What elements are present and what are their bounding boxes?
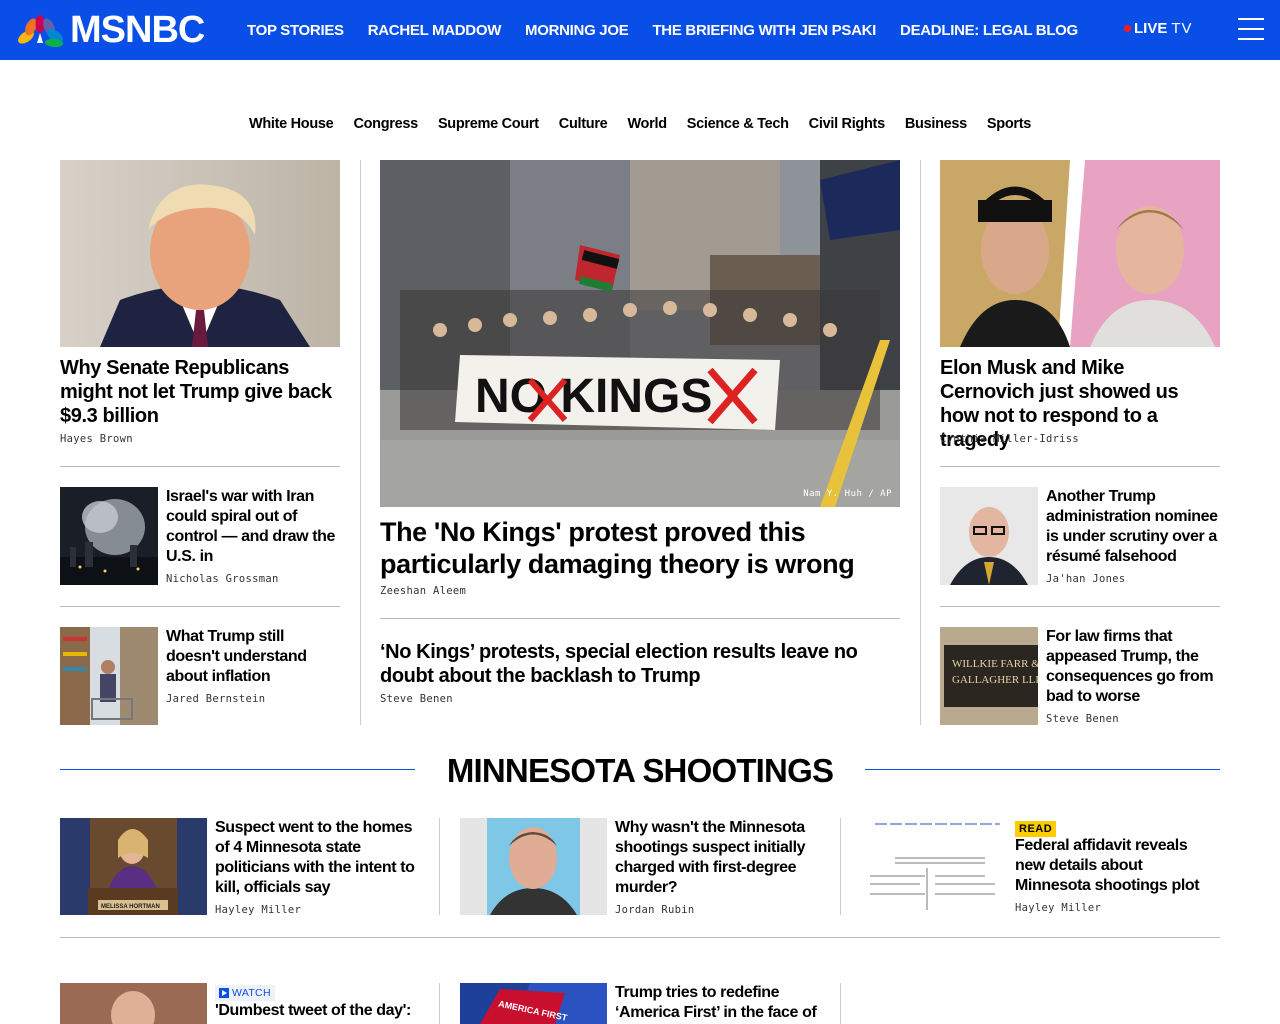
column-divider [920, 160, 921, 725]
section-nav: White House Congress Supreme Court Cultu… [0, 116, 1280, 132]
section-link-supreme-court[interactable]: Supreme Court [438, 116, 539, 132]
section-link-civil-rights[interactable]: Civil Rights [809, 116, 885, 132]
column-divider [840, 818, 841, 915]
america-first-sign-photo[interactable]: AMERICA FIRST [460, 983, 607, 1024]
section-link-science-tech[interactable]: Science & Tech [687, 116, 789, 132]
watch-badge-label: WATCH [232, 987, 271, 999]
live-tv-link[interactable]: LIVE TV [1124, 20, 1193, 37]
headline-link[interactable]: Federal affidavit reveals new details ab… [1015, 836, 1220, 896]
live-dot-icon [1124, 25, 1131, 32]
divider [940, 466, 1220, 467]
iran-strike-photo[interactable] [60, 487, 158, 585]
byline[interactable]: Hayes Brown [60, 433, 133, 445]
live-label: LIVE [1134, 20, 1168, 37]
menu-icon[interactable] [1238, 18, 1264, 40]
suspect-photo[interactable] [460, 818, 607, 915]
tv-label: TV [1171, 20, 1193, 37]
section-link-white-house[interactable]: White House [249, 116, 334, 132]
photo-credit: Nam Y. Huh / AP [803, 489, 892, 499]
affidavit-document-image[interactable] [865, 818, 1008, 915]
section-rule-right [865, 769, 1220, 770]
headline-link[interactable]: Why Senate Republicans might not let Tru… [60, 356, 340, 428]
headline-link[interactable]: Another Trump administration nominee is … [1046, 487, 1220, 567]
column-divider [840, 983, 841, 1024]
sign-line-1: WILLKIE FARR & [952, 658, 1038, 670]
section-link-business[interactable]: Business [905, 116, 967, 132]
nav-link-morning-joe[interactable]: MORNING JOE [525, 22, 629, 39]
byline[interactable]: Hayley Miller [1015, 902, 1101, 914]
no-kings-protest-photo[interactable]: NO KINGS Nam Y. Huh / AP [380, 160, 900, 507]
section-link-culture[interactable]: Culture [559, 116, 608, 132]
play-icon [219, 988, 229, 998]
headline-link[interactable]: Trump tries to redefine ‘America First’ … [615, 983, 820, 1023]
section-link-congress[interactable]: Congress [353, 116, 418, 132]
byline[interactable]: Ja'han Jones [1046, 573, 1125, 585]
nav-link-rachel-maddow[interactable]: RACHEL MADDOW [368, 22, 502, 39]
column-divider [439, 818, 440, 915]
podium-text: MELISSA HORTMAN [101, 904, 160, 910]
byline[interactable]: Steve Benen [1046, 713, 1119, 725]
headline-link[interactable]: Israel's war with Iran could spiral out … [166, 487, 338, 567]
headline-link[interactable]: Why wasn't the Minnesota shootings suspe… [615, 818, 820, 898]
top-navigation-bar: MSNBC TOP STORIES RACHEL MADDOW MORNING … [0, 0, 1280, 60]
nav-link-the-briefing[interactable]: THE BRIEFING WITH JEN PSAKI [652, 22, 876, 39]
msnbc-logo[interactable]: MSNBC [16, 9, 205, 51]
trump-photo[interactable] [60, 160, 340, 347]
section-link-sports[interactable]: Sports [987, 116, 1031, 132]
byline[interactable]: Cynthia Miller-Idriss [940, 433, 1079, 445]
read-badge: READ [1015, 819, 1057, 837]
divider [940, 606, 1220, 607]
musk-cernovich-photo[interactable] [940, 160, 1220, 347]
sign-line-2: GALLAGHER LLP [952, 674, 1038, 686]
headline-link[interactable]: For law firms that appeased Trump, the c… [1046, 627, 1220, 707]
nav-link-deadline-legal-blog[interactable]: DEADLINE: LEGAL BLOG [900, 22, 1078, 39]
headline-link[interactable]: 'Dumbest tweet of the day': [215, 1001, 420, 1021]
headline-link[interactable]: The 'No Kings' protest proved this parti… [380, 516, 900, 580]
column-divider [360, 160, 361, 725]
byline[interactable]: Jared Bernstein [166, 693, 265, 705]
headline-link[interactable]: ‘No Kings’ protests, special election re… [380, 640, 900, 688]
divider [60, 606, 340, 607]
section-rule-left [60, 769, 415, 770]
headline-link[interactable]: Suspect went to the homes of 4 Minnesota… [215, 818, 420, 898]
headline-link[interactable]: What Trump still doesn't understand abou… [166, 627, 340, 687]
bald-man-photo[interactable] [60, 983, 207, 1024]
byline[interactable]: Hayley Miller [215, 904, 301, 916]
grocery-store-photo[interactable] [60, 627, 158, 725]
section-link-world[interactable]: World [627, 116, 667, 132]
banner-text: NO KINGS [475, 370, 712, 423]
logo-wordmark: MSNBC [70, 9, 205, 51]
byline[interactable]: Nicholas Grossman [166, 573, 279, 585]
section-title[interactable]: MINNESOTA SHOOTINGS [415, 752, 865, 790]
byline[interactable]: Jordan Rubin [615, 904, 694, 916]
read-badge-label: READ [1015, 821, 1057, 837]
divider [60, 937, 1220, 938]
divider [380, 618, 900, 619]
law-firm-sign-photo[interactable]: WILLKIE FARR & GALLAGHER LLP [940, 627, 1038, 725]
primary-nav: TOP STORIES RACHEL MADDOW MORNING JOE TH… [247, 0, 1102, 60]
byline[interactable]: Steve Benen [380, 693, 453, 705]
byline[interactable]: Zeeshan Aleem [380, 585, 466, 597]
peacock-icon [16, 13, 68, 48]
column-divider [439, 983, 440, 1024]
nominee-photo[interactable] [940, 487, 1038, 585]
divider [60, 466, 340, 467]
nav-link-top-stories[interactable]: TOP STORIES [247, 22, 344, 39]
podium-photo[interactable]: MELISSA HORTMAN [60, 818, 207, 915]
